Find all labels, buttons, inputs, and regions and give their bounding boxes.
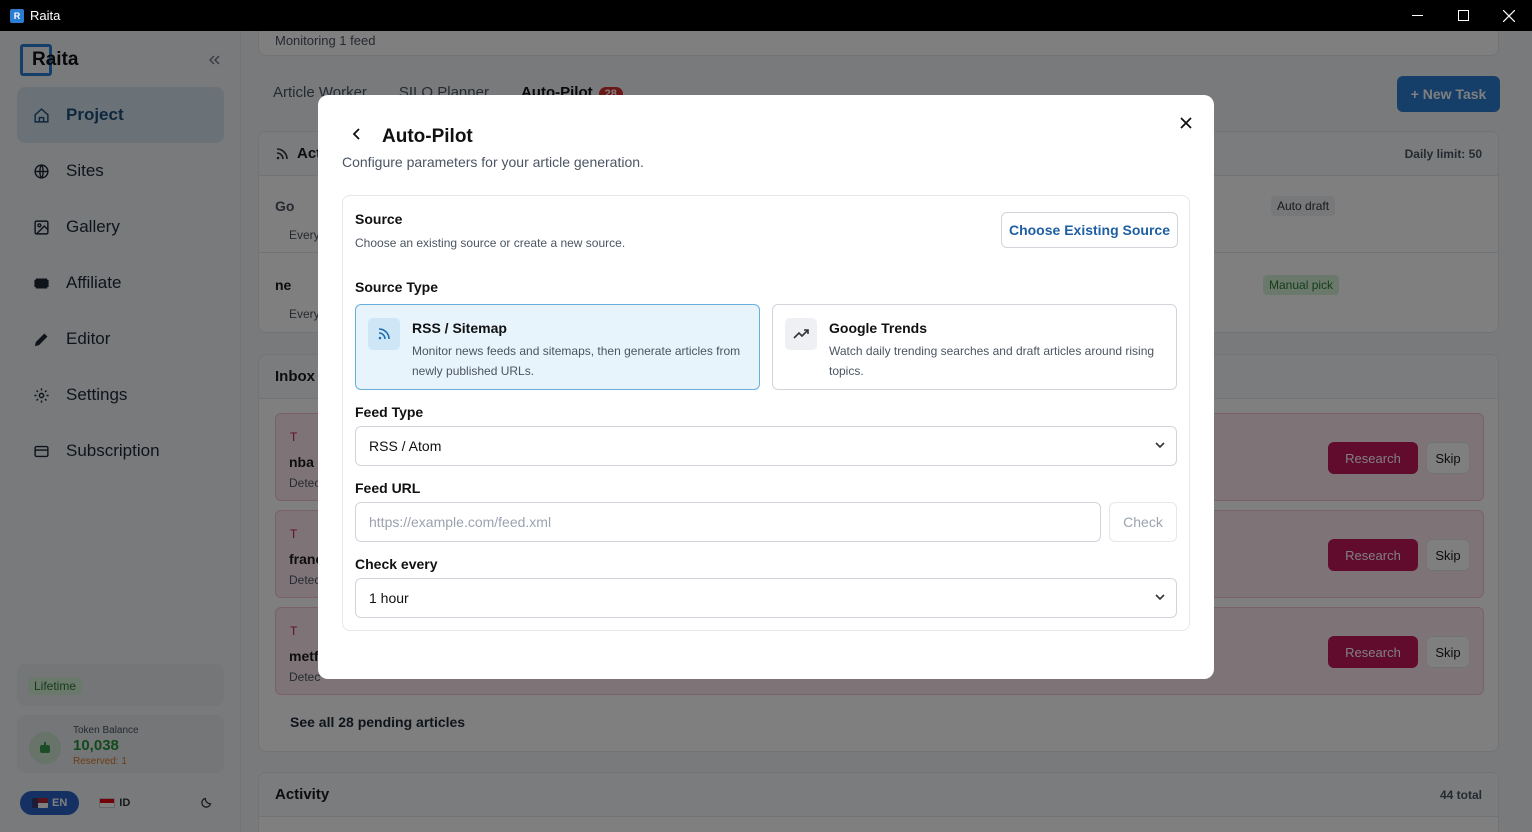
maximize-icon bbox=[1457, 10, 1469, 21]
feed-url-input[interactable]: https://example.com/feed.xml bbox=[355, 502, 1101, 542]
check-every-label: Check every bbox=[355, 556, 438, 572]
check-every-select[interactable]: 1 hour bbox=[355, 578, 1177, 618]
trending-up-icon bbox=[785, 318, 817, 350]
source-option-google-trends[interactable]: Google Trends Watch daily trending searc… bbox=[772, 304, 1177, 390]
rss-icon bbox=[368, 318, 400, 350]
option-desc: Monitor news feeds and sitemaps, then ge… bbox=[412, 344, 741, 378]
source-section: Source Choose an existing source or crea… bbox=[342, 195, 1190, 631]
chevron-down-icon bbox=[1155, 594, 1165, 601]
source-type-label: Source Type bbox=[355, 279, 438, 295]
feed-type-select[interactable]: RSS / Atom bbox=[355, 426, 1177, 466]
window-titlebar: R Raita bbox=[0, 0, 1532, 31]
feed-type-label: Feed Type bbox=[355, 404, 424, 420]
choose-existing-source-button[interactable]: Choose Existing Source bbox=[1001, 212, 1178, 248]
minimize-button[interactable] bbox=[1394, 0, 1440, 31]
source-desc: Choose an existing source or create a ne… bbox=[355, 236, 626, 250]
window-title: Raita bbox=[30, 8, 61, 23]
minimize-icon bbox=[1411, 15, 1423, 16]
back-button[interactable] bbox=[352, 125, 362, 146]
close-icon bbox=[1180, 117, 1192, 129]
feed-type-value: RSS / Atom bbox=[369, 438, 442, 454]
option-desc: Watch daily trending searches and draft … bbox=[829, 344, 1155, 378]
feed-url-label: Feed URL bbox=[355, 480, 421, 496]
app-icon: R bbox=[10, 8, 24, 23]
chevron-left-icon bbox=[352, 128, 360, 140]
modal-close-button[interactable] bbox=[1180, 112, 1192, 135]
option-title: RSS / Sitemap bbox=[412, 320, 507, 336]
option-title: Google Trends bbox=[829, 320, 928, 336]
auto-pilot-modal: Auto-Pilot Configure parameters for your… bbox=[318, 95, 1214, 679]
close-window-button[interactable] bbox=[1486, 0, 1532, 31]
modal-subtitle: Configure parameters for your article ge… bbox=[342, 154, 644, 170]
source-option-rss[interactable]: RSS / Sitemap Monitor news feeds and sit… bbox=[355, 304, 760, 390]
check-feed-button[interactable]: Check bbox=[1109, 502, 1177, 542]
source-label: Source bbox=[355, 211, 403, 227]
close-icon bbox=[1503, 9, 1515, 22]
chevron-down-icon bbox=[1155, 442, 1165, 449]
maximize-button[interactable] bbox=[1440, 0, 1486, 31]
modal-title: Auto-Pilot bbox=[382, 126, 473, 147]
check-every-value: 1 hour bbox=[369, 590, 409, 606]
